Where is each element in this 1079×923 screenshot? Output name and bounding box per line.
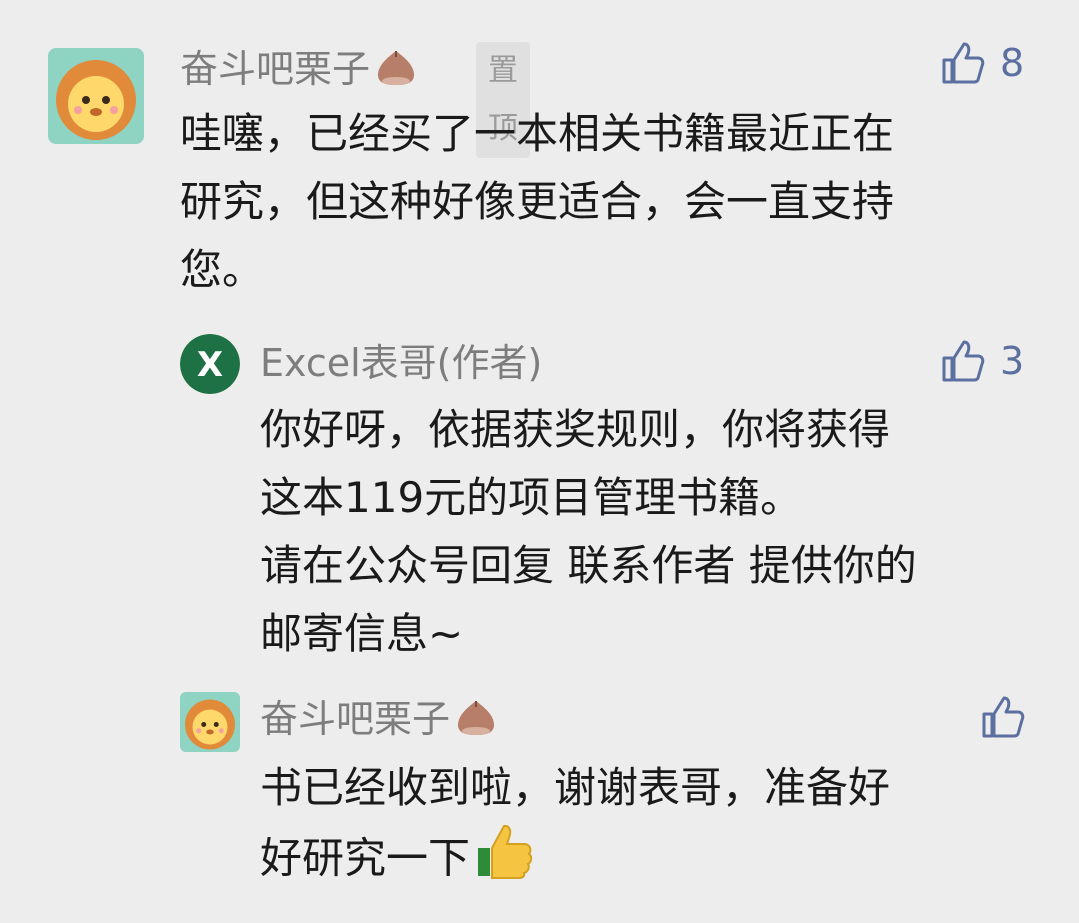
- like-count: 3: [1000, 339, 1025, 383]
- chestnut-emoji-icon: [374, 47, 418, 97]
- thumbs-up-icon: [940, 338, 986, 384]
- avatar[interactable]: [48, 48, 144, 144]
- comment-line: 书已经收到啦，谢谢表哥，准备好: [260, 763, 891, 812]
- like-button[interactable]: 8: [940, 40, 1024, 86]
- commenter-name-text: 奋斗吧栗子: [260, 697, 451, 741]
- commenter-name-text: 奋斗吧栗子: [180, 47, 371, 91]
- thumbs-up-icon: [940, 40, 986, 86]
- commenter-name[interactable]: 奋斗吧栗子: [260, 696, 498, 747]
- thumbs-up-emoji-icon: [476, 822, 534, 900]
- comment-text: 书已经收到啦，谢谢表哥，准备好 好研究一下: [260, 754, 1050, 900]
- lion-avatar-icon: [48, 48, 144, 144]
- avatar[interactable]: [180, 692, 240, 752]
- comment-line: 好研究一下: [260, 822, 1050, 900]
- like-count: 8: [1000, 41, 1025, 85]
- avatar[interactable]: X: [180, 334, 240, 394]
- comment-text: 你好呀，依据获奖规则，你将获得 这本119元的项目管理书籍。 请在公众号回复 联…: [260, 396, 1050, 668]
- thumbs-up-icon: [980, 694, 1026, 740]
- comment-line: 这本119元的项目管理书籍。: [260, 473, 803, 522]
- like-button[interactable]: [980, 694, 1040, 740]
- excel-letter: X: [197, 345, 223, 385]
- lion-avatar-icon: [180, 692, 240, 752]
- commenter-name[interactable]: 奋斗吧栗子: [180, 46, 418, 97]
- comment-line: 研究，但这种好像更适合，会一直支持: [180, 177, 895, 226]
- chestnut-emoji-icon: [454, 697, 498, 747]
- comment-line: 您。: [180, 245, 265, 294]
- comment-line: 你好呀，依据获奖规则，你将获得: [260, 405, 891, 454]
- excel-logo-icon: X: [180, 334, 240, 394]
- like-button[interactable]: 3: [940, 338, 1024, 384]
- comment-line: 请在公众号回复 联系作者 提供你的: [260, 541, 917, 590]
- commenter-name[interactable]: Excel表哥(作者): [260, 340, 542, 386]
- comment-line: 邮寄信息~: [260, 609, 464, 658]
- comment-text: 哇噻，已经买了一本相关书籍最近正在 研究，但这种好像更适合，会一直支持 您。: [180, 100, 1040, 304]
- comment-line: 哇噻，已经买了一本相关书籍最近正在: [180, 109, 895, 158]
- comment-line-text: 好研究一下: [260, 833, 471, 883]
